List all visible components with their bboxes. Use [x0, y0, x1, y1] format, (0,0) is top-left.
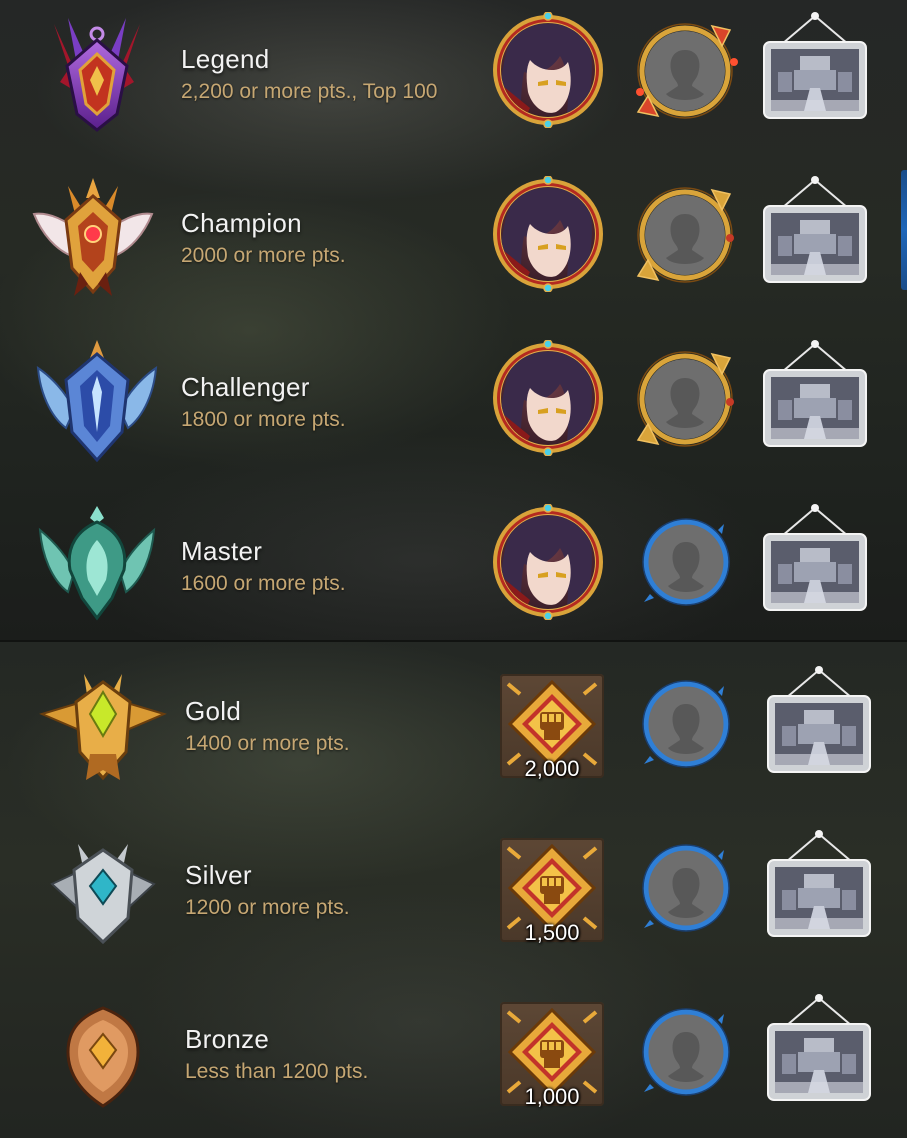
- profile-frame-icon[interactable]: [638, 514, 734, 610]
- silver-emblem-icon: [38, 828, 168, 958]
- tier-row-bronze: Bronze Less than 1200 pts. 1,000: [0, 0, 907, 1109]
- background-card-icon[interactable]: [764, 992, 874, 1102]
- bronze-emblem-icon: [38, 990, 168, 1120]
- reward-amount: 1,500: [524, 920, 580, 945]
- background-card-icon[interactable]: [764, 664, 874, 774]
- tier-requirement: 2000 or more pts.: [181, 244, 346, 267]
- champion-emblem-icon: [28, 172, 158, 302]
- tier-requirement: 1600 or more pts.: [181, 572, 346, 595]
- tier-name: Champion: [181, 208, 302, 238]
- tier-name: Challenger: [181, 372, 310, 402]
- profile-frame-icon[interactable]: [638, 1004, 734, 1100]
- profile-frame-icon[interactable]: [630, 180, 740, 290]
- gold-emblem-icon: [38, 662, 168, 792]
- reward-amount: 2,000: [524, 756, 580, 781]
- portrait-reward-icon[interactable]: [490, 504, 606, 620]
- profile-frame-icon[interactable]: [638, 840, 734, 936]
- background-card-icon[interactable]: [764, 828, 874, 938]
- scroll-indicator: [901, 170, 907, 290]
- background-card-icon[interactable]: [760, 502, 870, 612]
- tier-requirement: 1400 or more pts.: [185, 732, 350, 755]
- background-card-icon[interactable]: [760, 338, 870, 448]
- tier-requirement: 1200 or more pts.: [185, 896, 350, 919]
- master-emblem-icon: [32, 500, 162, 630]
- portrait-reward-icon[interactable]: [490, 340, 606, 456]
- background-card-icon[interactable]: [760, 174, 870, 284]
- challenger-emblem-icon: [32, 336, 162, 466]
- profile-frame-icon[interactable]: [638, 676, 734, 772]
- profile-frame-icon[interactable]: [630, 344, 740, 454]
- tier-name: Gold: [185, 696, 242, 726]
- portrait-reward-icon[interactable]: [490, 176, 606, 292]
- tier-name: Master: [181, 536, 263, 566]
- tier-name: Bronze: [185, 1024, 270, 1054]
- reward-amount: 1,000: [524, 1084, 580, 1109]
- currency-reward-item[interactable]: 1,500: [500, 838, 604, 945]
- currency-reward-item[interactable]: 2,000: [500, 674, 604, 781]
- currency-reward-item[interactable]: 1,000: [500, 1002, 604, 1109]
- tier-name: Silver: [185, 860, 252, 890]
- tier-requirement: Less than 1200 pts.: [185, 1060, 369, 1083]
- tier-requirement: 1800 or more pts.: [181, 408, 346, 431]
